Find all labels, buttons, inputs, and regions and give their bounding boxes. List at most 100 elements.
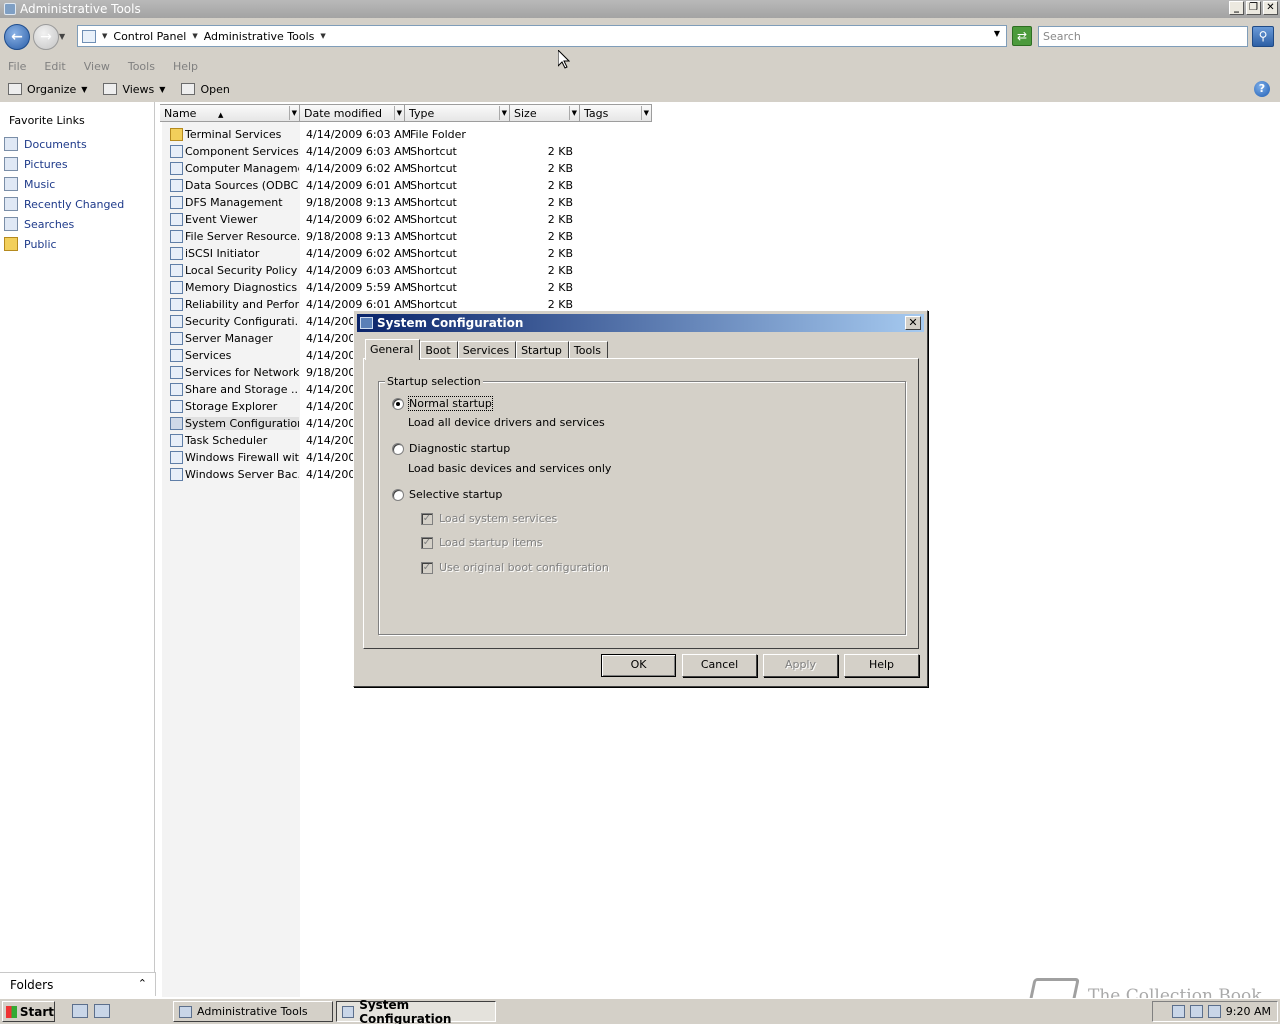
sidebar-item-searches[interactable]: Searches [4, 217, 74, 231]
table-row[interactable]: Event Viewer 4/14/2009 6:02 AM Shortcut 2 K… [160, 211, 600, 228]
radio-unselected-icon[interactable] [392, 442, 404, 455]
menu-file[interactable]: File [8, 60, 32, 73]
file-date: 4/14/2009 6:03 AM [306, 264, 412, 277]
table-row[interactable]: Memory Diagnostics ... 4/14/2009 5:59 AM S… [160, 279, 600, 296]
folder-icon [4, 237, 18, 251]
menu-edit[interactable]: Edit [44, 60, 71, 73]
window-title-bar[interactable]: Administrative Tools _ ❐ ✕ [0, 0, 1280, 18]
column-header-size[interactable]: Size ▼ [510, 104, 580, 122]
sidebar-item-music[interactable]: Music [4, 177, 55, 191]
load-system-services-checkbox[interactable]: ✓ Load system services [421, 512, 557, 525]
refresh-button[interactable]: ⇄ [1012, 26, 1032, 46]
organize-button[interactable]: Organize ▼ [8, 83, 87, 96]
tab-startup[interactable]: Startup [516, 341, 569, 359]
recent-pages-dropdown[interactable]: ▼ [59, 32, 65, 41]
sidebar-item-documents[interactable]: Documents [4, 137, 87, 151]
table-row[interactable]: Computer Management 4/14/2009 6:02 AMShor… [160, 160, 600, 177]
maximize-button[interactable]: ❐ [1246, 1, 1261, 15]
file-type: Shortcut [410, 179, 457, 192]
admin-tools-icon [179, 1005, 192, 1018]
help-button[interactable]: Help [844, 654, 919, 677]
open-button[interactable]: Open [181, 83, 230, 96]
address-dropdown-icon[interactable]: ▼ [994, 29, 1000, 38]
search-input[interactable]: Search [1038, 26, 1248, 47]
taskbar-button-system-configuration[interactable]: System Configuration [336, 998, 496, 1024]
start-button[interactable]: Start [2, 1001, 55, 1022]
radio-unselected-icon[interactable] [392, 488, 404, 501]
sidebar-item-recently-changed[interactable]: Recently Changed [4, 197, 124, 211]
diagnostic-startup-radio[interactable]: Diagnostic startup [392, 442, 510, 455]
column-header-tags[interactable]: Tags ▼ [580, 104, 652, 122]
security-icon[interactable] [1171, 1005, 1185, 1018]
forward-button[interactable]: → [33, 24, 59, 50]
sidebar-item-public[interactable]: Public [4, 237, 57, 251]
close-button[interactable]: ✕ [1263, 1, 1278, 15]
taskbar-button-administrative-tools[interactable]: Administrative Tools [173, 1001, 333, 1022]
checkbox-checked-icon[interactable]: ✓ [421, 561, 433, 574]
column-header-type[interactable]: Type ▼ [405, 104, 510, 122]
volume-muted-icon[interactable] [1207, 1005, 1221, 1018]
breadcrumb-control-panel[interactable]: Control Panel [113, 30, 186, 43]
tab-tools[interactable]: Tools [568, 341, 609, 359]
selective-startup-radio[interactable]: Selective startup [392, 488, 502, 501]
clock[interactable]: 9:20 AM [1226, 1005, 1271, 1018]
file-type: Shortcut [410, 247, 457, 260]
chevron-down-icon[interactable]: ▼ [393, 106, 402, 120]
server-manager-icon[interactable] [72, 1004, 88, 1018]
table-row[interactable]: Terminal Services 4/14/2009 6:03 AM File F… [160, 126, 600, 143]
chevron-down-icon[interactable]: ▼ [568, 106, 577, 120]
column-header-date[interactable]: Date modified ▼ [300, 104, 405, 122]
tab-general[interactable]: General [365, 339, 421, 360]
use-original-boot-config-checkbox[interactable]: ✓ Use original boot configuration [421, 561, 609, 574]
views-button[interactable]: Views ▼ [103, 83, 165, 96]
checkbox-checked-icon[interactable]: ✓ [421, 512, 433, 525]
checkbox-checked-icon[interactable]: ✓ [421, 536, 433, 549]
menu-tools[interactable]: Tools [128, 60, 161, 73]
back-button[interactable]: ← [4, 24, 30, 50]
table-row[interactable]: Component Services 4/14/2009 6:03 AM Short… [160, 143, 600, 160]
control-panel-icon [82, 29, 96, 43]
table-row[interactable]: File Server Resource... 9/18/2008 9:13 AM… [160, 228, 600, 245]
menu-view[interactable]: View [84, 60, 116, 73]
breadcrumb-administrative-tools[interactable]: Administrative Tools [204, 30, 315, 43]
table-row[interactable]: DFS Management 9/18/2008 9:13 AM Shortcut 2… [160, 194, 600, 211]
chevron-down-icon[interactable]: ▼ [288, 106, 297, 120]
table-row[interactable]: iSCSI Initiator 4/14/2009 6:02 AM Shortcut… [160, 245, 600, 262]
breadcrumb-arrow-icon[interactable]: ▼ [102, 32, 107, 40]
minimize-button[interactable]: _ [1229, 1, 1244, 15]
show-desktop-icon[interactable] [94, 1004, 110, 1018]
file-type: Shortcut [410, 213, 457, 226]
ok-button[interactable]: OK [601, 654, 676, 677]
use-original-boot-config-label: Use original boot configuration [439, 561, 609, 574]
search-icon[interactable]: ⚲ [1252, 26, 1274, 47]
file-name: Security Configurati... [185, 315, 299, 328]
chevron-down-icon[interactable]: ▼ [640, 106, 649, 120]
help-icon[interactable]: ? [1254, 81, 1270, 97]
file-name: Task Scheduler [185, 434, 268, 447]
file-size: 2 KB [547, 162, 573, 175]
network-icon[interactable] [1189, 1005, 1203, 1018]
table-row[interactable]: Local Security Policy 4/14/2009 6:03 AM Sh… [160, 262, 600, 279]
apply-button[interactable]: Apply [763, 654, 838, 677]
normal-startup-radio[interactable]: Normal startup [392, 396, 493, 411]
folders-toggle[interactable]: Folders ⌃ [0, 972, 156, 996]
dialog-close-button[interactable]: ✕ [905, 316, 921, 330]
selective-startup-label[interactable]: Selective startup [409, 488, 502, 501]
chevron-down-icon[interactable]: ▼ [498, 106, 507, 120]
breadcrumb[interactable]: ▼ Control Panel ▼ Administrative Tools ▼… [77, 25, 1007, 47]
dialog-title-bar[interactable]: System Configuration ✕ [357, 314, 924, 332]
radio-selected-icon[interactable] [392, 397, 404, 410]
column-header-name[interactable]: Name ▲ ▼ [160, 104, 300, 122]
load-startup-items-checkbox[interactable]: ✓ Load startup items [421, 536, 543, 549]
breadcrumb-arrow-icon[interactable]: ▼ [192, 32, 197, 40]
normal-startup-label[interactable]: Normal startup [408, 396, 493, 411]
tab-boot[interactable]: Boot [420, 341, 458, 359]
system-tray: 9:20 AM [1152, 1001, 1278, 1022]
cancel-button[interactable]: Cancel [682, 654, 757, 677]
sidebar-item-pictures[interactable]: Pictures [4, 157, 68, 171]
diagnostic-startup-label[interactable]: Diagnostic startup [409, 442, 510, 455]
table-row[interactable]: Data Sources (ODBC) 4/14/2009 6:01 AM Shor… [160, 177, 600, 194]
breadcrumb-arrow-icon[interactable]: ▼ [320, 32, 325, 40]
tab-services[interactable]: Services [457, 341, 517, 359]
menu-help[interactable]: Help [173, 60, 204, 73]
